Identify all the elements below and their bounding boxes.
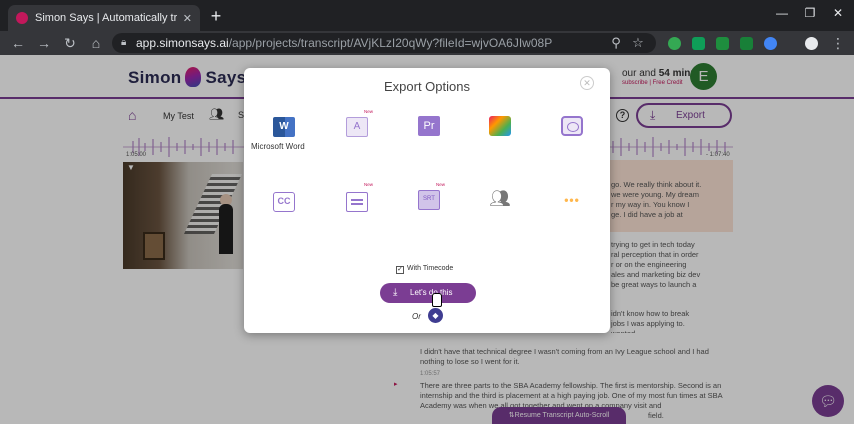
url-path: /app/projects/transcript/AVjKLzI20qWy?fi… <box>228 36 553 50</box>
url-host: app.simonsays.ai <box>136 36 229 50</box>
close-window-button[interactable]: ✕ <box>824 6 852 20</box>
extension-icon[interactable] <box>764 37 777 50</box>
lets-do-this-button[interactable]: ⤓ Let's do this <box>380 283 476 303</box>
reload-icon[interactable]: ↻ <box>60 33 80 53</box>
premiere-pro-icon[interactable]: Pr <box>418 116 440 136</box>
address-bar[interactable]: 🔒︎ app.simonsays.ai/app/projects/transcr… <box>112 33 656 53</box>
new-badge: New <box>436 182 446 187</box>
hand-cursor-icon <box>432 293 442 307</box>
extension-icon[interactable] <box>692 37 705 50</box>
new-badge: New <box>364 109 374 114</box>
browser-tab-bar: Simon Says | Automatically transc ✕ + — … <box>0 0 854 31</box>
closed-captions-icon[interactable]: CC <box>273 192 295 212</box>
export-options-modal: Export Options ✕ W Microsoft Word New A … <box>244 68 610 333</box>
tab-title: Simon Says | Automatically transc <box>35 12 177 24</box>
microsoft-word-icon[interactable]: W <box>273 117 295 137</box>
back-icon[interactable]: ← <box>8 33 28 53</box>
avid-media-composer-icon[interactable] <box>561 116 583 136</box>
extension-icon[interactable] <box>716 37 729 50</box>
download-icon: ⤓ <box>393 287 398 298</box>
srt-file-icon[interactable]: SRT <box>418 190 440 210</box>
menu-icon[interactable]: ⋮ <box>828 33 848 53</box>
forward-icon[interactable]: → <box>34 33 54 53</box>
extension-icon[interactable] <box>740 37 753 50</box>
or-label: Or <box>412 312 421 321</box>
microsoft-word-label[interactable]: Microsoft Word <box>251 142 305 151</box>
dropbox-icon[interactable]: ◆ <box>428 308 443 323</box>
new-tab-button[interactable]: + <box>206 6 226 26</box>
bookmark-star-icon[interactable]: ☆ <box>630 33 646 53</box>
with-timecode-checkbox[interactable]: ✓ With Timecode <box>396 265 453 274</box>
new-badge: New <box>364 182 374 187</box>
collaborators-icon[interactable]: 👥︎ <box>489 189 511 209</box>
favicon-icon <box>16 12 28 24</box>
profile-icon[interactable] <box>805 37 818 50</box>
browser-nav-bar: ← → ↻ ⌂ 🔒︎ app.simonsays.ai/app/projects… <box>0 31 854 55</box>
more-options-icon[interactable]: ••• <box>561 190 583 210</box>
lock-icon: 🔒︎ <box>121 37 127 48</box>
final-cut-pro-icon[interactable] <box>489 116 511 136</box>
tab-close-icon[interactable]: ✕ <box>183 12 192 25</box>
browser-tab[interactable]: Simon Says | Automatically transc ✕ <box>8 5 200 31</box>
search-icon[interactable]: ⚲ <box>608 33 624 53</box>
subtitles-icon[interactable] <box>346 192 368 212</box>
checkbox-icon[interactable]: ✓ <box>396 266 404 274</box>
document-export-icon[interactable]: A <box>346 117 368 137</box>
timecode-label: With Timecode <box>407 265 454 272</box>
minimize-button[interactable]: — <box>768 6 796 20</box>
extension-icon[interactable] <box>668 37 681 50</box>
modal-title: Export Options <box>384 79 470 94</box>
home-icon[interactable]: ⌂ <box>86 33 106 53</box>
close-icon[interactable]: ✕ <box>580 76 594 90</box>
maximize-button[interactable]: ❐ <box>796 6 824 20</box>
